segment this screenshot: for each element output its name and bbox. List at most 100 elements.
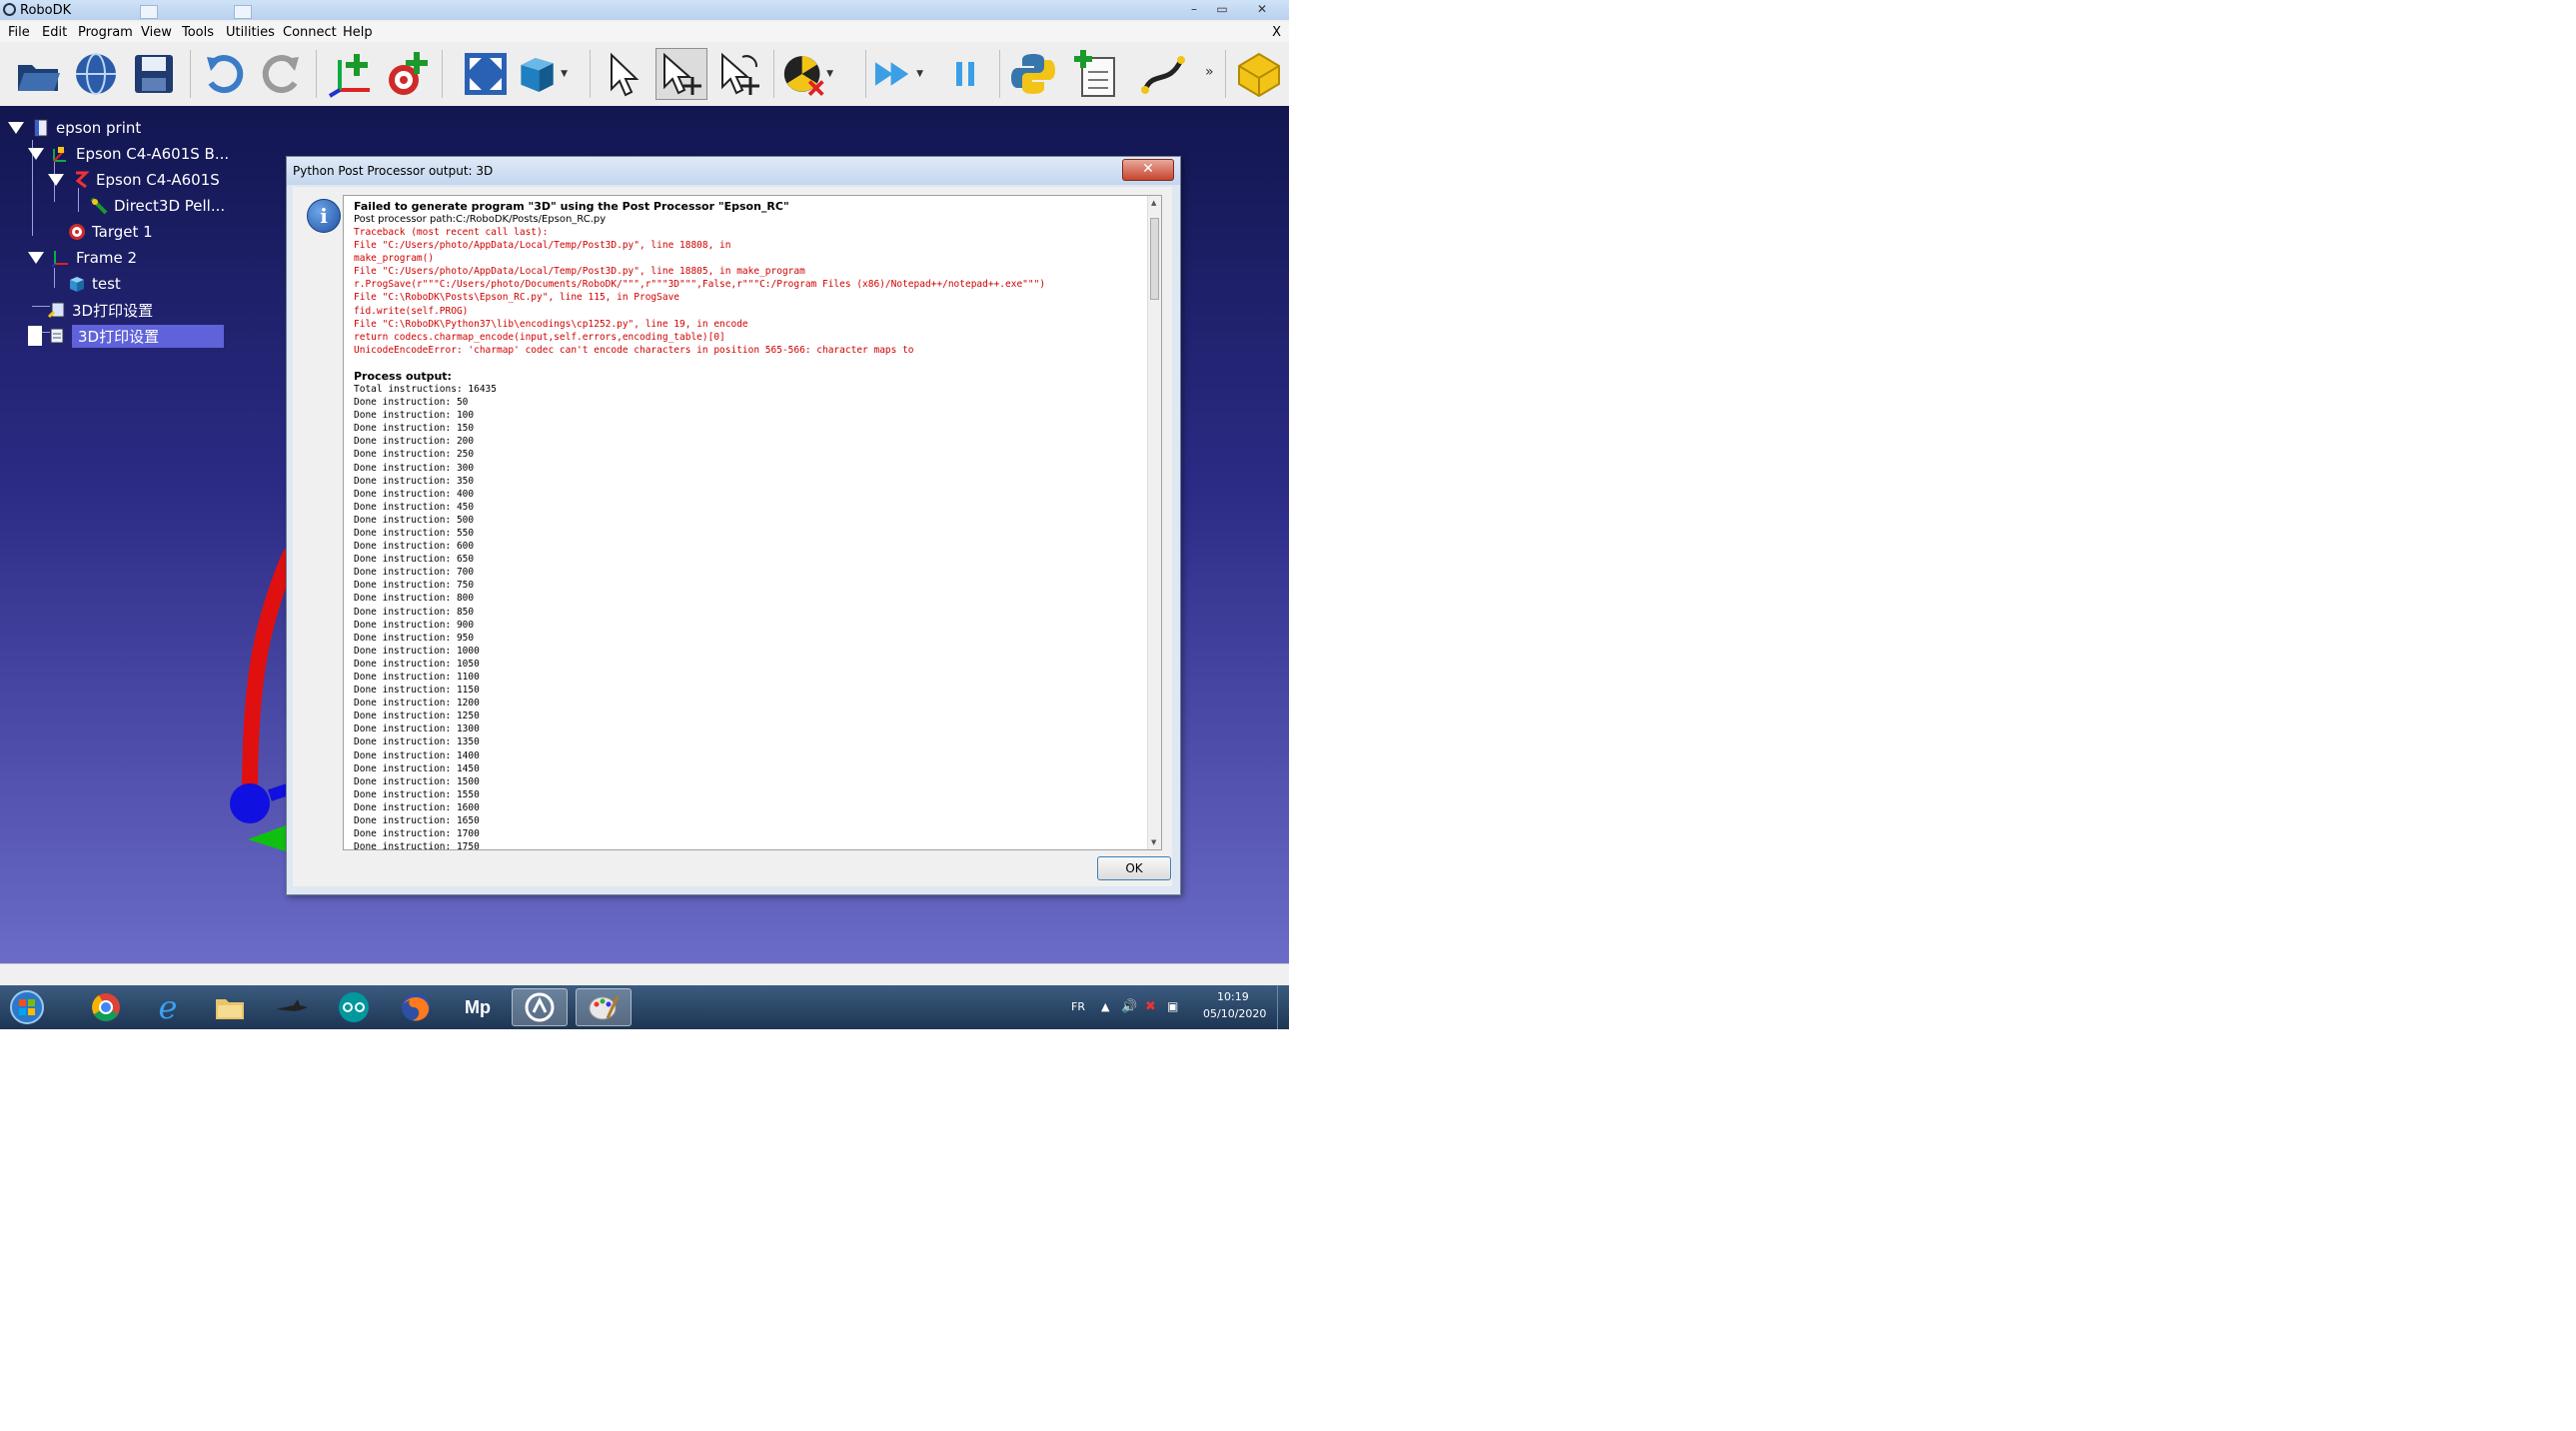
message-text-area[interactable]: Failed to generate program "3D" using th… [343,195,1162,850]
select-icon[interactable] [598,48,649,100]
menu-help[interactable]: Help [343,25,373,40]
menu-program[interactable]: Program [78,25,133,40]
tree-item-label: 3D打印设置 [72,301,154,320]
collision-icon[interactable]: ▼ [781,48,833,100]
message-content: Failed to generate program "3D" using th… [354,200,1133,849]
pause-icon[interactable] [939,48,991,100]
expand-triangle-icon[interactable] [28,148,44,160]
scroll-up-arrow-icon[interactable]: ▲ [1151,199,1156,207]
clock-date[interactable]: 05/10/2020 [1203,1007,1266,1020]
tree-item-object[interactable]: test [68,272,121,296]
ok-button[interactable]: OK [1097,856,1171,880]
tree-item-label: Epson C4-A601S [96,171,220,189]
view-cube-icon[interactable]: ▼ [516,48,568,100]
frame-icon [52,251,68,267]
traceback-line: return codecs.charmap_encode(input,self.… [354,331,725,343]
internet-explorer-icon[interactable]: e [140,988,196,1026]
output-line: Done instruction: 850 [354,606,475,618]
title-tab[interactable] [234,5,252,19]
fit-all-icon[interactable] [460,48,512,100]
menu-tools[interactable]: Tools [182,25,214,40]
expand-triangle-icon[interactable] [28,252,44,264]
output-line: Done instruction: 1350 [354,736,480,748]
menu-view[interactable]: View [141,25,172,40]
traceback-line: File "C:\RoboDK\Posts\Epson_RC.py", line… [354,292,680,304]
tree-item-settings[interactable]: 3D打印设置 [48,298,153,322]
scroll-down-arrow-icon[interactable]: ▼ [1151,838,1156,846]
close-station-button[interactable]: X [1272,25,1281,40]
tree-item-robot[interactable]: Epson C4-A601S [48,168,220,192]
close-window-button[interactable]: ✕ [1251,2,1273,16]
info-icon: i [307,199,341,233]
error-title: Failed to generate program "3D" using th… [354,200,789,213]
add-frame-icon[interactable] [324,48,376,100]
output-line: Done instruction: 550 [354,527,475,539]
language-indicator[interactable]: FR [1071,1000,1085,1013]
chrome-icon[interactable] [78,988,134,1026]
output-line: Done instruction: 1100 [354,672,480,683]
restore-button[interactable]: ▭ [1211,2,1233,16]
tree-item-frame[interactable]: Frame 2 [28,246,137,270]
tree-item-tool[interactable]: Direct3D Pell... [90,194,225,218]
traceback-line: fid.write(self.PROG) [354,305,469,317]
add-program-icon[interactable] [1071,48,1123,100]
settings-icon[interactable] [1233,48,1285,100]
title-tab[interactable] [140,5,158,19]
python-icon[interactable] [1007,48,1059,100]
clock-time[interactable]: 10:19 [1217,990,1249,1003]
selection-marker [28,326,42,346]
menu-utilities[interactable]: Utilities [226,25,275,40]
tree-item-target[interactable]: Target 1 [68,220,153,244]
open-icon[interactable] [12,48,64,100]
window-title: RoboDK [20,3,72,18]
dialog-title-bar[interactable]: Python Post Processor output: 3D ✕ [287,157,1180,185]
start-orb-icon[interactable] [4,988,50,1026]
scrollbar-thumb[interactable] [1150,218,1159,300]
menu-file[interactable]: File [8,25,30,40]
tree-item-robot-base[interactable]: Epson C4-A601S B... [28,142,229,166]
arduino-icon[interactable] [326,988,382,1026]
expand-triangle-icon[interactable] [8,122,24,134]
expand-triangle-icon[interactable] [48,174,64,186]
dialog-close-button[interactable]: ✕ [1122,159,1174,181]
select-rotate-icon[interactable] [713,48,765,100]
undo-icon[interactable] [198,48,250,100]
post-processor-dialog: Python Post Processor output: 3D ✕ i Fai… [286,156,1181,895]
mp-app-icon[interactable]: Mp [450,988,506,1026]
action-center-icon[interactable]: ▣ [1167,999,1178,1013]
robot-base-icon [53,147,66,162]
add-target-icon[interactable] [382,48,434,100]
minimize-button[interactable]: – [1183,2,1205,16]
file-explorer-icon[interactable] [202,988,258,1026]
select-move-icon[interactable] [655,48,707,100]
volume-icon[interactable]: 🔊 [1121,999,1137,1014]
traceback-line: File "C:/Users/photo/AppData/Local/Temp/… [354,240,731,252]
shark-app-icon[interactable] [264,988,320,1026]
tree-item-program-selected[interactable]: 3D打印设置 [28,324,224,348]
traceback-line: r.ProgSave(r"""C:/Users/photo/Documents/… [354,279,1046,291]
show-desktop-button[interactable] [1277,985,1289,1029]
save-icon[interactable] [128,48,180,100]
robodk-icon[interactable] [512,988,568,1026]
redo-icon[interactable] [256,48,308,100]
paint-icon[interactable] [576,988,632,1026]
robodk-app-icon [3,3,16,16]
firefox-icon[interactable] [388,988,444,1026]
tree-item-station[interactable]: epson print [8,116,141,140]
vertical-scrollbar[interactable]: ▲ ▼ [1147,196,1161,849]
toolbar-separator [865,50,866,98]
output-line: Done instruction: 300 [354,462,475,474]
menu-edit[interactable]: Edit [42,25,67,40]
output-line: Done instruction: 1700 [354,828,480,840]
menu-connect[interactable]: Connect [283,25,337,40]
tree-item-label: 3D打印设置 [72,324,224,348]
run-program-icon[interactable]: ▼ [871,48,923,100]
path-icon[interactable] [1137,48,1189,100]
post-processor-path: Post processor path:C:/RoboDK/Posts/Epso… [354,214,607,225]
toolbar-more-button[interactable]: » [1205,64,1214,80]
station-icon [34,119,48,137]
web-library-icon[interactable] [70,48,122,100]
show-hidden-icons-icon[interactable]: ▲ [1101,1000,1109,1013]
output-line: Done instruction: 100 [354,410,475,422]
network-error-icon[interactable]: ✖ [1145,999,1156,1014]
